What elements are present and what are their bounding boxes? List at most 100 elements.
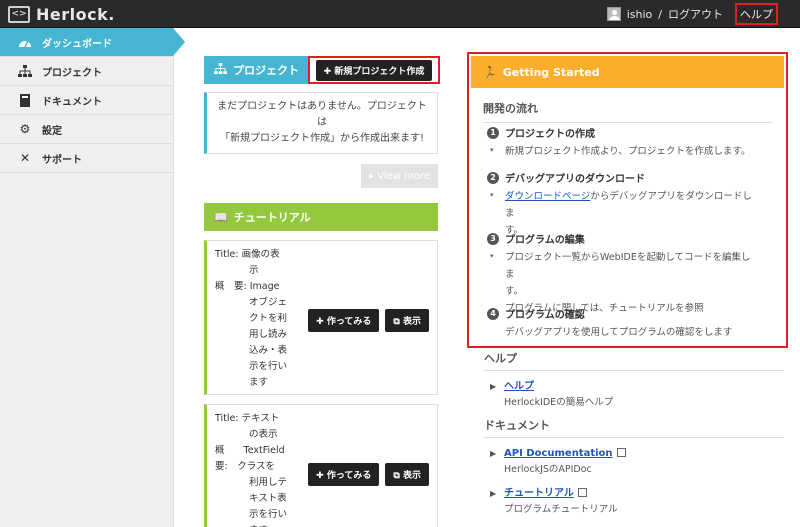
- chevron-down-icon: ▾: [490, 146, 494, 154]
- card-line: 用し読み: [249, 329, 288, 340]
- help-item: ▶ ヘルプ HerlockIDEの簡易ヘルプ: [484, 379, 784, 411]
- external-link-icon[interactable]: [616, 448, 626, 457]
- download-page-link[interactable]: ダウンロードページ: [505, 191, 590, 202]
- step-body: ダウンロードページからデバッグアプリをダウンロードしま: [487, 188, 757, 222]
- help-link-item[interactable]: ヘルプ: [504, 381, 534, 392]
- projects-title: プロジェクト: [233, 64, 299, 77]
- sidebar-item-label: ドキュメント: [42, 96, 102, 108]
- getting-started-title: Getting Started: [502, 65, 600, 79]
- card-line: クトを利: [249, 313, 288, 324]
- card-line: ます: [249, 377, 269, 388]
- doc-item: ▶ チュートリアル プログラムチュートリアル: [484, 486, 784, 518]
- step-item: 4 プログラムの確認 デバッグアプリを使用してプログラムの確認をします: [487, 307, 757, 341]
- getting-started-header: 🏃 Getting Started: [471, 56, 784, 88]
- projects-panel: プロジェクト ✚ 新規プロジェクト作成 まだプロジェクトはありません。プロジェク…: [204, 56, 440, 188]
- sidebar-item-documents[interactable]: ドキュメント: [0, 86, 173, 115]
- logout-link[interactable]: ログアウト: [668, 6, 723, 22]
- card-line: Title: 画像の表: [215, 249, 280, 260]
- empty-projects-notice: まだプロジェクトはありません。プロジェクトは 「新規プロジェクト作成」から作成出…: [204, 92, 438, 154]
- sidebar-item-support[interactable]: ✕ サポート: [0, 144, 173, 173]
- projects-header: プロジェクト: [204, 56, 304, 84]
- help-docs-column: ヘルプ ▶ ヘルプ HerlockIDEの簡易ヘルプ ドキュメント ▶ API …: [484, 350, 784, 518]
- step-body: 新規プロジェクト作成より、プロジェクトを作成します。: [505, 146, 751, 157]
- card-line: 込み・表: [249, 345, 288, 356]
- card-line: 利用しテ: [249, 477, 288, 488]
- avatar[interactable]: [606, 7, 621, 21]
- card-line: キスト表: [249, 493, 287, 504]
- sidebar-item-projects[interactable]: プロジェクト: [0, 57, 173, 86]
- help-link[interactable]: ヘルプ: [735, 3, 778, 25]
- tutorial-card-buttons: ✚ 作ってみる ⧉ 表示: [308, 309, 429, 332]
- step-title: プログラムの確認: [505, 310, 585, 321]
- dashboard-icon: [18, 36, 32, 48]
- step-number-icon: 3: [487, 233, 499, 245]
- sidebar: ダッシュボード プロジェクト ドキュメント ⚙ 設定 ✕ サポート: [0, 28, 185, 527]
- show-label: 表示: [402, 317, 421, 327]
- step-title: プログラムの編集: [505, 235, 585, 246]
- card-line: 概 TextField: [215, 445, 285, 456]
- step-item: 1 ▾ プロジェクトの作成 新規プロジェクト作成より、プロジェクトを作成します。: [487, 126, 757, 160]
- caret-right-icon: ▶: [490, 449, 497, 458]
- view-more-label: View more: [377, 170, 430, 182]
- caret-right-icon: ▶: [490, 489, 497, 498]
- tutorial-card-text: Title: 画像の表 示 概 要: Image オブジェ クトを利 用し読み …: [215, 247, 305, 391]
- doc-desc: HerlockJSのAPIDoc: [504, 464, 592, 475]
- card-line: 示: [249, 265, 259, 276]
- new-project-highlight: ✚ 新規プロジェクト作成: [308, 56, 440, 84]
- book-icon: [18, 93, 32, 107]
- card-line: 概 要: Image: [215, 281, 280, 292]
- user-name[interactable]: ishio: [627, 8, 653, 21]
- running-icon: 🏃: [483, 65, 497, 79]
- sidebar-item-label: サポート: [42, 154, 82, 166]
- dev-flow-subtitle: 開発の流れ: [483, 100, 772, 123]
- show-button[interactable]: ⧉ 表示: [385, 463, 429, 486]
- notice-line-2: 「新規プロジェクト作成」から作成出来ます!: [219, 133, 424, 144]
- chevron-down-icon: ▾: [490, 191, 494, 199]
- nav-separator: /: [658, 7, 662, 21]
- tutorial-card: Title: 画像の表 示 概 要: Image オブジェ クトを利 用し読み …: [204, 240, 438, 395]
- app-logo[interactable]: <> Herlock.: [8, 4, 115, 24]
- step-body-line2: す。: [505, 286, 524, 297]
- sidebar-item-settings[interactable]: ⚙ 設定: [0, 115, 173, 144]
- step-number-icon: 2: [487, 172, 499, 184]
- notice-line-1: まだプロジェクトはありません。プロジェクトは: [217, 101, 427, 128]
- card-line: 要: クラスを: [215, 461, 276, 472]
- try-button[interactable]: ✚ 作ってみる: [308, 463, 380, 486]
- card-line: ます: [215, 523, 305, 527]
- external-link-icon[interactable]: [577, 488, 587, 497]
- gear-icon: ⚙: [19, 122, 31, 136]
- show-label: 表示: [402, 471, 421, 481]
- card-line: Title: テキスト: [215, 413, 280, 424]
- top-nav: ishio / ログアウト ヘルプ: [606, 0, 778, 28]
- card-line: オブジェ: [249, 297, 288, 308]
- try-button[interactable]: ✚ 作ってみる: [308, 309, 380, 332]
- api-doc-link[interactable]: API Documentation: [504, 448, 613, 459]
- sidebar-item-dashboard[interactable]: ダッシュボード: [0, 28, 185, 57]
- caret-right-icon: ▶: [490, 382, 497, 391]
- new-project-label: 新規プロジェクト作成: [334, 66, 425, 77]
- top-bar: <> Herlock. ishio / ログアウト ヘルプ: [0, 0, 800, 28]
- app-name: Herlock.: [36, 4, 115, 24]
- tutorials-panel: 📖 チュートリアル Title: 画像の表 示 概 要: Image オブジェ …: [204, 203, 438, 527]
- step-item: 2 ▾ デバッグアプリのダウンロード ダウンロードページからデバッグアプリをダウ…: [487, 171, 757, 239]
- chevron-down-icon: ▾: [490, 252, 494, 260]
- tools-icon: ✕: [19, 151, 31, 165]
- tutorial-doc-link[interactable]: チュートリアル: [504, 488, 574, 499]
- book-open-icon: 📖: [214, 210, 228, 224]
- view-more-button[interactable]: ▸ View more: [361, 164, 438, 188]
- step-body: プロジェクト一覧からWebIDEを起動してコードを編集しま: [505, 252, 751, 280]
- tutorials-header: 📖 チュートリアル: [204, 203, 438, 231]
- doc-item: ▶ API Documentation HerlockJSのAPIDoc: [484, 446, 784, 478]
- new-project-button[interactable]: ✚ 新規プロジェクト作成: [315, 59, 433, 81]
- sidebar-item-label: 設定: [42, 125, 62, 137]
- card-line: の表示: [249, 429, 278, 440]
- tutorial-card: Title: テキスト の表示 概 TextField 要: クラスを 利用しテ…: [204, 404, 438, 527]
- show-button[interactable]: ⧉ 表示: [385, 309, 429, 332]
- getting-started-panel: 🏃 Getting Started 開発の流れ 1 ▾ プロジェクトの作成 新規…: [467, 52, 788, 348]
- tutorial-card-text: Title: テキスト の表示 概 TextField 要: クラスを 利用しテ…: [215, 411, 305, 527]
- try-label: 作ってみる: [326, 317, 372, 327]
- help-heading: ヘルプ: [484, 350, 784, 371]
- card-line: 示を行い: [249, 509, 288, 520]
- step-body: デバッグアプリを使用してプログラムの確認をします: [505, 327, 733, 338]
- sidebar-item-label: ダッシュボード: [42, 38, 112, 50]
